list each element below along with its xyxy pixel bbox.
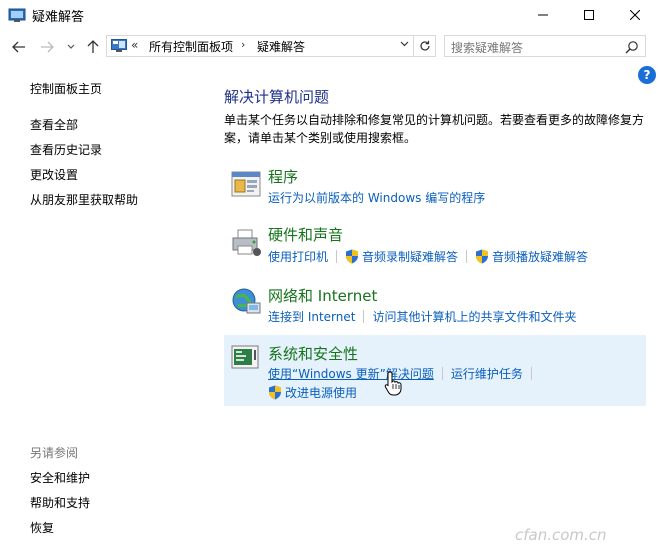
breadcrumb-troubleshooting[interactable]: 疑难解答 <box>257 38 305 55</box>
connect-to-internet-link[interactable]: 连接到 Internet <box>268 308 355 325</box>
printer-icon <box>232 229 261 256</box>
back-button[interactable] <box>10 38 28 56</box>
network-globe-icon <box>232 288 261 314</box>
category-links-second-row: 改进电源使用 <box>268 384 357 401</box>
category-system-security[interactable]: 系统和安全性 使用“Windows 更新”解决问题 运行维护任务 改进电源使用 <box>224 335 646 406</box>
run-maintenance-tasks-link[interactable]: 运行维护任务 <box>451 365 523 382</box>
category-programs: 程序 运行为以前版本的 Windows 编写的程序 <box>224 162 646 212</box>
link-divider <box>441 367 443 380</box>
minimize-icon <box>538 14 548 16</box>
hand-pointer-cursor-icon <box>384 371 402 396</box>
audio-playback-troubleshooter-link[interactable]: 音频播放疑难解答 <box>492 248 588 265</box>
forward-button[interactable] <box>38 38 56 56</box>
arrow-left-icon <box>12 41 25 53</box>
improve-power-usage-link[interactable]: 改进电源使用 <box>285 384 357 401</box>
category-title[interactable]: 系统和安全性 <box>268 343 358 364</box>
control-panel-home-link[interactable]: 控制面板主页 <box>30 80 102 97</box>
title-bar: 疑难解答 <box>0 0 658 30</box>
see-also-heading: 另请参阅 <box>30 446 79 460</box>
search-input[interactable]: 搜索疑难解答 <box>451 39 523 56</box>
refresh-button[interactable] <box>414 35 436 57</box>
category-title[interactable]: 程序 <box>268 166 298 187</box>
uac-shield-icon <box>346 249 359 264</box>
page-description: 单击某个任务以自动排除和修复常见的计算机问题。若要查看更多的故障修复方案，请单击… <box>224 113 645 145</box>
category-links: 连接到 Internet 访问其他计算机上的共享文件和文件夹 <box>268 308 576 325</box>
navigation-bar: « 所有控制面板项 › 疑难解答 搜索疑难解答 <box>0 30 658 64</box>
chevron-down-icon <box>67 44 75 49</box>
category-links: 使用打印机 音频录制疑难解答 音频播放疑难解答 <box>268 248 588 265</box>
access-shared-files-link[interactable]: 访问其他计算机上的共享文件和文件夹 <box>372 308 576 325</box>
uac-shield-icon <box>269 385 281 400</box>
change-settings-link[interactable]: 更改设置 <box>30 166 78 183</box>
address-overflow-chevron[interactable]: « <box>131 38 138 52</box>
close-button[interactable] <box>612 0 658 30</box>
uac-shield-icon <box>476 249 489 264</box>
help-support-link[interactable]: 帮助和支持 <box>30 494 90 511</box>
category-network-internet: 网络和 Internet 连接到 Internet 访问其他计算机上的共享文件和… <box>224 280 646 330</box>
link-divider <box>336 250 338 263</box>
maximize-button[interactable] <box>566 0 612 30</box>
chevron-down-icon <box>400 41 409 47</box>
watermark: cfan.com.cn <box>515 526 607 544</box>
category-links: 运行为以前版本的 Windows 编写的程序 <box>268 189 485 206</box>
arrow-right-icon <box>41 41 54 53</box>
control-panel-icon <box>111 39 127 52</box>
help-button[interactable]: ? <box>638 66 656 84</box>
address-dropdown-button[interactable] <box>400 39 409 50</box>
category-title[interactable]: 硬件和声音 <box>268 224 343 245</box>
troubleshooting-app-icon <box>8 8 26 22</box>
security-maintenance-link[interactable]: 安全和维护 <box>30 469 90 486</box>
recovery-link[interactable]: 恢复 <box>30 519 54 536</box>
up-button[interactable] <box>84 38 102 56</box>
get-help-from-friend-link[interactable]: 从朋友那里获取帮助 <box>30 191 138 208</box>
link-divider <box>466 250 468 263</box>
close-icon <box>630 10 640 20</box>
use-printer-link[interactable]: 使用打印机 <box>268 248 328 265</box>
audio-recording-troubleshooter-link[interactable]: 音频录制疑难解答 <box>362 248 458 265</box>
category-title[interactable]: 网络和 Internet <box>268 285 377 306</box>
minimize-button[interactable] <box>520 0 566 30</box>
category-hardware-sound: 硬件和声音 使用打印机 音频录制疑难解答 音频播放疑难解答 <box>224 220 646 270</box>
refresh-icon <box>419 40 430 51</box>
breadcrumb-separator[interactable]: › <box>241 38 245 51</box>
view-history-link[interactable]: 查看历史记录 <box>30 141 102 158</box>
window-title: 疑难解答 <box>32 10 85 25</box>
view-all-link[interactable]: 查看全部 <box>30 116 78 133</box>
programs-icon <box>231 171 261 197</box>
search-icon[interactable] <box>625 40 639 54</box>
maximize-icon <box>584 10 594 20</box>
recent-locations-button[interactable] <box>62 38 80 56</box>
link-divider <box>363 310 365 323</box>
search-box[interactable]: 搜索疑难解答 <box>444 35 646 57</box>
breadcrumb-all-items[interactable]: 所有控制面板项 <box>149 38 233 55</box>
windows-update-troubleshoot-link[interactable]: 使用“Windows 更新”解决问题 <box>268 365 434 382</box>
address-bar[interactable]: « 所有控制面板项 › 疑难解答 <box>106 35 414 57</box>
run-legacy-programs-link[interactable]: 运行为以前版本的 Windows 编写的程序 <box>268 189 485 206</box>
page-title: 解决计算机问题 <box>224 88 330 106</box>
system-security-icon <box>231 345 259 369</box>
link-divider <box>530 367 532 380</box>
arrow-up-icon <box>87 40 99 53</box>
